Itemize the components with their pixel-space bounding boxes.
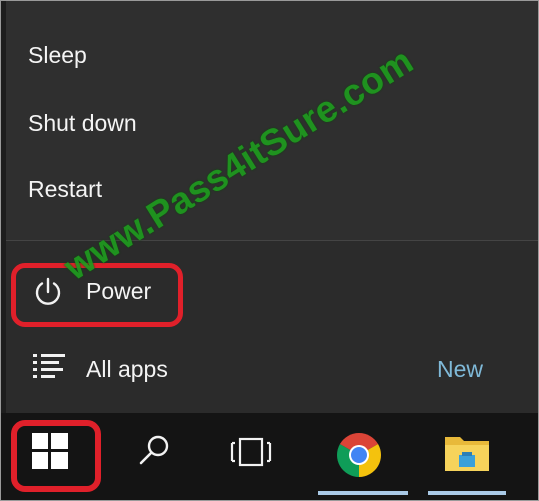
search-button[interactable] xyxy=(120,413,190,501)
all-apps-button[interactable]: All apps New xyxy=(6,340,539,400)
chrome-icon xyxy=(337,433,381,477)
chrome-taskbar-button[interactable] xyxy=(318,413,408,501)
all-apps-label: All apps xyxy=(86,356,168,382)
restart-option[interactable]: Restart xyxy=(28,176,102,203)
task-view-button[interactable] xyxy=(210,413,290,501)
running-indicator xyxy=(318,491,408,495)
start-highlight-annotation xyxy=(11,420,101,492)
sleep-option[interactable]: Sleep xyxy=(28,42,87,69)
new-badge: New xyxy=(437,356,484,382)
all-apps-list-icon xyxy=(33,354,65,378)
shut-down-option[interactable]: Shut down xyxy=(28,110,137,137)
start-menu: Sleep Shut down Restart Power All apps N… xyxy=(6,0,539,413)
search-icon xyxy=(139,435,169,465)
file-explorer-icon xyxy=(445,437,489,471)
file-explorer-taskbar-button[interactable] xyxy=(428,413,528,501)
task-view-icon xyxy=(230,437,272,467)
running-indicator xyxy=(428,491,506,495)
